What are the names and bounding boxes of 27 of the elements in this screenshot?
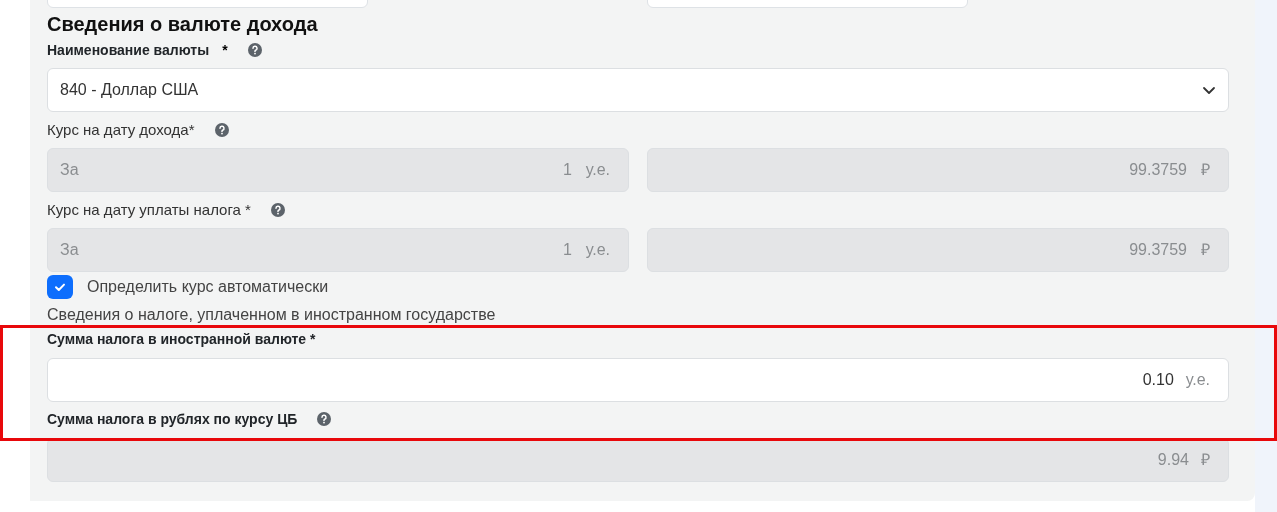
- checkbox[interactable]: [47, 275, 73, 299]
- unit-label: ₽: [1201, 240, 1210, 260]
- select-field[interactable]: 840 - Доллар США: [47, 68, 1229, 112]
- field-label: Курс на дату уплаты налога *: [47, 199, 251, 220]
- required-mark: *: [222, 40, 228, 60]
- unit-label: ₽: [1201, 450, 1210, 470]
- unit-label: у.е.: [1185, 370, 1210, 390]
- input-field: За 1 у.е.: [47, 228, 629, 272]
- unit-label: у.е.: [585, 160, 610, 180]
- field-label: Курс на дату дохода*: [47, 119, 195, 140]
- unit-label: ₽: [1201, 160, 1210, 180]
- field-value: 99.3759: [1129, 240, 1187, 260]
- input-field[interactable]: 0.10 у.е.: [47, 358, 1229, 402]
- field-value: 1: [562, 240, 572, 260]
- field-label: Сумма налога в рублях по курсу ЦБ: [47, 409, 298, 429]
- field-value: 99.3759: [1129, 160, 1187, 180]
- field-label: Сумма налога в иностранной валюте *: [47, 329, 316, 349]
- field-value: 0.10: [1142, 370, 1174, 390]
- field-value: 9.94: [1157, 450, 1189, 470]
- input-field: За 1 у.е.: [47, 148, 629, 192]
- field-value: 1: [562, 160, 572, 180]
- unit-label: у.е.: [585, 240, 610, 260]
- field-label: Наименование валюты: [47, 40, 210, 60]
- help-icon[interactable]: [247, 43, 262, 57]
- section-title: Сведения о валюте дохода: [47, 12, 319, 35]
- section-subtitle: Сведения о налоге, уплаченном в иностранном государстве: [47, 305, 496, 323]
- checkbox-label: Определить курс автоматически: [87, 277, 329, 297]
